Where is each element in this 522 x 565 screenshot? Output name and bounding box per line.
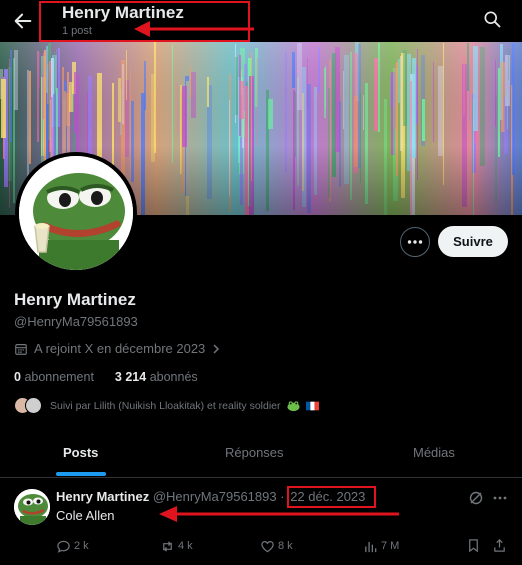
joined-date-row[interactable]: A rejoint X en décembre 2023 — [14, 341, 221, 356]
chevron-right-icon — [213, 343, 220, 354]
french-flag-icon — [305, 401, 319, 410]
profile-name: Henry Martinez — [14, 290, 136, 309]
tweet-text: Cole Allen — [56, 508, 115, 523]
views-chart-icon — [365, 541, 377, 552]
follower-avatar-2 — [25, 397, 42, 414]
frog-emoji-icon — [286, 400, 300, 411]
tweet-header: Henry Martinez @HenryMa79561893 · 22 déc… — [56, 489, 365, 504]
reply-count: 2 k — [74, 540, 89, 552]
tab-posts[interactable]: Posts — [63, 445, 98, 460]
like-action[interactable]: 8 k — [260, 538, 293, 554]
repost-icon — [163, 540, 172, 552]
tweet-author-name[interactable]: Henry Martinez — [56, 489, 149, 504]
follow-stats: 0 abonnement 3 214 abonnés — [14, 370, 198, 384]
profile-tabs: Posts Réponses Médias — [0, 433, 522, 478]
active-tab-indicator — [56, 472, 106, 476]
calendar-icon — [15, 343, 27, 355]
like-count: 8 k — [278, 540, 293, 552]
more-options-button[interactable] — [400, 227, 430, 257]
back-arrow-icon[interactable] — [12, 10, 34, 32]
tweet-more-icon[interactable] — [492, 490, 508, 506]
bookmark-icon[interactable] — [466, 538, 481, 553]
pepe-frog-avatar-icon — [19, 156, 133, 270]
grok-icon[interactable] — [468, 490, 484, 506]
follow-button[interactable]: Suivre — [438, 226, 508, 257]
views-count: 7 M — [381, 540, 400, 552]
repost-count: 4 k — [178, 540, 193, 552]
more-dots-icon — [407, 240, 423, 244]
tweet-author-handle[interactable]: @HenryMa79561893 — [153, 489, 277, 504]
tab-replies[interactable]: Réponses — [225, 445, 284, 460]
header-post-count: 1 post — [62, 25, 92, 37]
heart-icon — [261, 540, 274, 552]
annotation-arrow-tweet — [159, 506, 399, 522]
tab-media[interactable]: Médias — [413, 445, 455, 460]
profile-handle: @HenryMa79561893 — [14, 314, 138, 329]
header-name: Henry Martinez — [62, 3, 184, 22]
repost-action[interactable]: 4 k — [160, 538, 193, 554]
tweet-date[interactable]: 22 déc. 2023 — [290, 489, 365, 504]
share-icon[interactable] — [492, 538, 507, 553]
following-link[interactable]: 0 abonnement — [14, 370, 94, 384]
tweet-separator: · — [280, 489, 285, 504]
search-icon[interactable] — [482, 9, 502, 29]
profile-avatar[interactable] — [15, 152, 137, 274]
joined-text: A rejoint X en décembre 2023 — [34, 341, 206, 356]
pepe-frog-small-icon — [14, 489, 50, 525]
reply-action[interactable]: 2 k — [56, 538, 89, 554]
followed-by-row[interactable]: Suivi par Lilith (Nuikish Lloakitak) et … — [14, 397, 319, 414]
tweet-avatar[interactable] — [14, 489, 50, 525]
following-label: abonnement — [24, 370, 94, 384]
followed-by-text: Suivi par Lilith (Nuikish Lloakitak) et … — [50, 399, 281, 412]
followers-count: 3 214 — [114, 370, 147, 384]
followers-link[interactable]: 3 214 abonnés — [115, 370, 198, 384]
followers-label: abonnés — [149, 370, 198, 384]
reply-icon — [57, 540, 70, 553]
following-count: 0 — [14, 370, 21, 384]
views-action[interactable]: 7 M — [363, 538, 399, 554]
